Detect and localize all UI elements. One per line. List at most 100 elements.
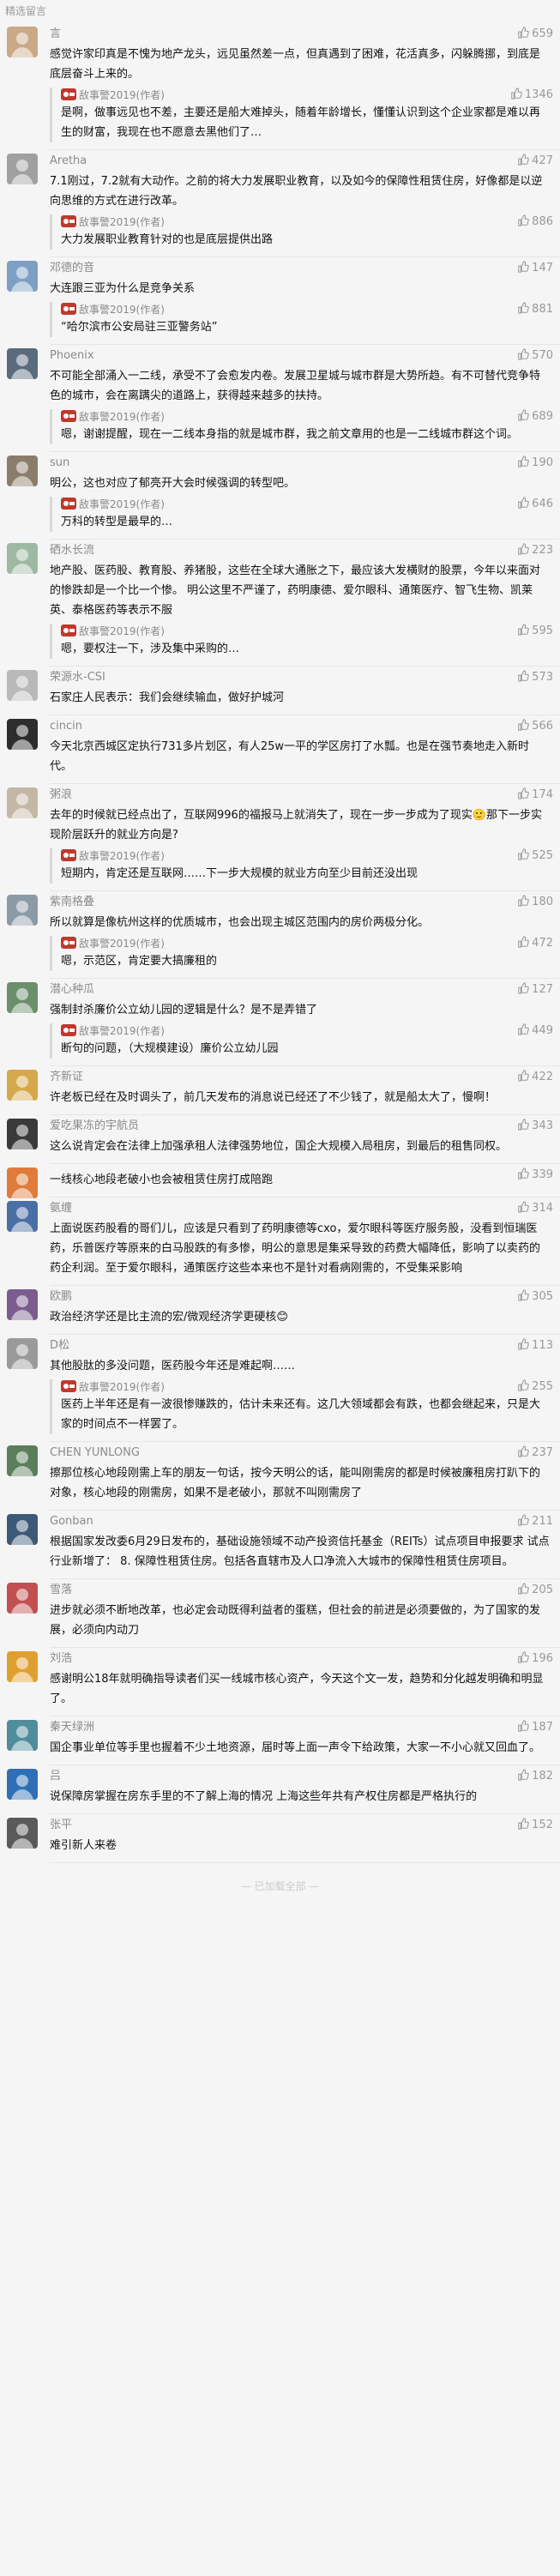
comment-nickname[interactable]: 紫南格叠 xyxy=(50,895,550,910)
like-button[interactable]: 190 xyxy=(517,455,553,471)
avatar[interactable] xyxy=(7,455,38,486)
thumbs-up-icon xyxy=(517,719,529,731)
like-button[interactable]: 570 xyxy=(517,348,553,364)
like-button[interactable]: 237 xyxy=(517,1445,553,1461)
reply-like-button[interactable]: 1346 xyxy=(510,87,553,103)
like-button[interactable]: 343 xyxy=(517,1119,553,1134)
comment-nickname[interactable]: 欧鹏 xyxy=(50,1289,550,1305)
like-button[interactable]: 305 xyxy=(517,1289,553,1305)
comment-nickname[interactable]: 潜心种瓜 xyxy=(50,982,550,998)
comment-nickname[interactable]: 言 xyxy=(50,27,550,42)
comment-nickname[interactable]: Aretha xyxy=(50,154,550,169)
avatar[interactable] xyxy=(7,154,38,184)
comment-nickname[interactable]: 氨缠 xyxy=(50,1201,550,1216)
like-button[interactable]: 174 xyxy=(517,787,553,803)
comment-text: 石家庄人民表示：我们会继续输血，做好护城河 xyxy=(50,691,285,704)
like-button[interactable]: 427 xyxy=(517,154,553,169)
comment-nickname[interactable]: 荣源水-CSI xyxy=(50,670,550,685)
reply-like-button[interactable]: 881 xyxy=(517,302,553,317)
like-button[interactable]: 314 xyxy=(517,1201,553,1216)
like-button[interactable]: 152 xyxy=(517,1818,553,1833)
comment-nickname[interactable]: 秦天绿洲 xyxy=(50,1720,550,1735)
like-button[interactable]: 196 xyxy=(517,1651,553,1667)
avatar[interactable] xyxy=(7,1338,38,1369)
thumbs-up-icon xyxy=(517,261,529,273)
avatar[interactable] xyxy=(7,1201,38,1232)
reply-text: 大力发展职业教育针对的也是底层提供出路 xyxy=(61,233,274,246)
like-button[interactable]: 573 xyxy=(517,670,553,685)
reply-like-button[interactable]: 689 xyxy=(517,409,553,425)
comment-item: 秦天绿洲 187 国企事业单位等手里也握着不少土地资源，届时等上面一声令下给政策，大… xyxy=(0,1716,560,1758)
reply-like-button[interactable]: 472 xyxy=(517,936,553,951)
comment-nickname[interactable]: 齐新证 xyxy=(50,1070,550,1085)
like-button[interactable]: 147 xyxy=(517,261,553,276)
reply-author-name: 敌事警2019(作者) xyxy=(79,411,165,423)
comment-text: 去年的时候就已经点出了，互联网996的福报马上就消失了，现在一步一步成为了现实🙂… xyxy=(50,809,543,842)
comment-nickname[interactable]: 吕 xyxy=(50,1769,550,1784)
comment-nickname[interactable]: CHEN YUNLONG xyxy=(50,1445,550,1461)
avatar[interactable] xyxy=(7,1514,38,1545)
avatar[interactable] xyxy=(7,543,38,574)
comment-nickname[interactable]: sun xyxy=(50,455,550,471)
avatar[interactable] xyxy=(7,1583,38,1614)
avatar[interactable] xyxy=(7,1070,38,1101)
avatar[interactable] xyxy=(7,982,38,1013)
like-button[interactable]: 180 xyxy=(517,895,553,910)
comment-nickname[interactable]: Gonban xyxy=(50,1514,550,1529)
avatar[interactable] xyxy=(7,1720,38,1751)
comment-text: 一线核心地段老破小也会被租赁住房打成陪跑 xyxy=(50,1173,274,1186)
avatar[interactable] xyxy=(7,719,38,750)
comment-nickname[interactable]: D松 xyxy=(50,1338,550,1354)
avatar[interactable] xyxy=(7,1818,38,1849)
avatar[interactable] xyxy=(7,1119,38,1149)
comment-nickname[interactable]: cincin xyxy=(50,719,550,734)
thumbs-up-icon xyxy=(517,27,529,39)
avatar[interactable] xyxy=(7,1167,38,1198)
like-button[interactable]: 566 xyxy=(517,719,553,734)
like-button[interactable]: 659 xyxy=(517,27,553,42)
avatar[interactable] xyxy=(7,1769,38,1800)
comment-nickname[interactable]: 刘浩 xyxy=(50,1651,550,1667)
thumbs-up-icon xyxy=(517,1379,529,1391)
reply-author-name: 敌事警2019(作者) xyxy=(79,938,165,950)
avatar[interactable] xyxy=(7,787,38,818)
like-button[interactable]: 223 xyxy=(517,543,553,558)
reply-like-button[interactable]: 525 xyxy=(517,848,553,864)
author-reply: 敌事警2019(作者) 886 大力发展职业教育针对的也是底层提供出路 xyxy=(50,214,553,250)
comment-text: 大连跟三亚为什么是竞争关系 xyxy=(50,282,196,295)
reply-like-button[interactable]: 255 xyxy=(517,1379,553,1395)
comment-nickname[interactable]: Phoenix xyxy=(50,348,550,364)
reply-like-count: 886 xyxy=(532,215,553,228)
like-button[interactable]: 113 xyxy=(517,1338,553,1354)
comment-nickname[interactable]: 雪落 xyxy=(50,1583,550,1598)
reply-text: 医药上半年还是有一波很惨赚跌的，估计未来还有。这几大领域都会有跌，也都会继起来，… xyxy=(61,1398,541,1431)
reply-like-button[interactable]: 886 xyxy=(517,214,553,230)
reply-like-button[interactable]: 595 xyxy=(517,624,553,639)
like-button[interactable]: 182 xyxy=(517,1769,553,1784)
avatar[interactable] xyxy=(7,27,38,57)
avatar[interactable] xyxy=(7,261,38,292)
like-button[interactable]: 187 xyxy=(517,1720,553,1735)
comment-nickname[interactable]: 爱吃果冻的宇航员 xyxy=(50,1119,550,1134)
thumbs-up-icon xyxy=(517,409,529,421)
reply-like-button[interactable]: 646 xyxy=(517,497,553,512)
reply-author-name: 敌事警2019(作者) xyxy=(79,498,165,510)
avatar[interactable] xyxy=(7,1651,38,1682)
like-button[interactable]: 339 xyxy=(517,1167,553,1183)
like-button[interactable]: 127 xyxy=(517,982,553,998)
like-button[interactable]: 205 xyxy=(517,1583,553,1598)
avatar[interactable] xyxy=(7,348,38,379)
reply-like-button[interactable]: 449 xyxy=(517,1023,553,1039)
comment-nickname[interactable]: 张平 xyxy=(50,1818,550,1833)
like-button[interactable]: 422 xyxy=(517,1070,553,1085)
comment-nickname[interactable]: 硒水长流 xyxy=(50,543,550,558)
comment-nickname[interactable]: 粥浪 xyxy=(50,787,550,803)
comment-nickname[interactable]: 邓德的音 xyxy=(50,261,550,276)
like-button[interactable]: 211 xyxy=(517,1514,553,1529)
avatar[interactable] xyxy=(7,670,38,701)
author-badge-icon xyxy=(61,849,76,861)
comment-text: 今天北京西城区定执行731多片划区，有人25w一平的学区房打了水瓢。也是在强节奏… xyxy=(50,740,529,773)
avatar[interactable] xyxy=(7,895,38,926)
avatar[interactable] xyxy=(7,1445,38,1476)
avatar[interactable] xyxy=(7,1289,38,1320)
